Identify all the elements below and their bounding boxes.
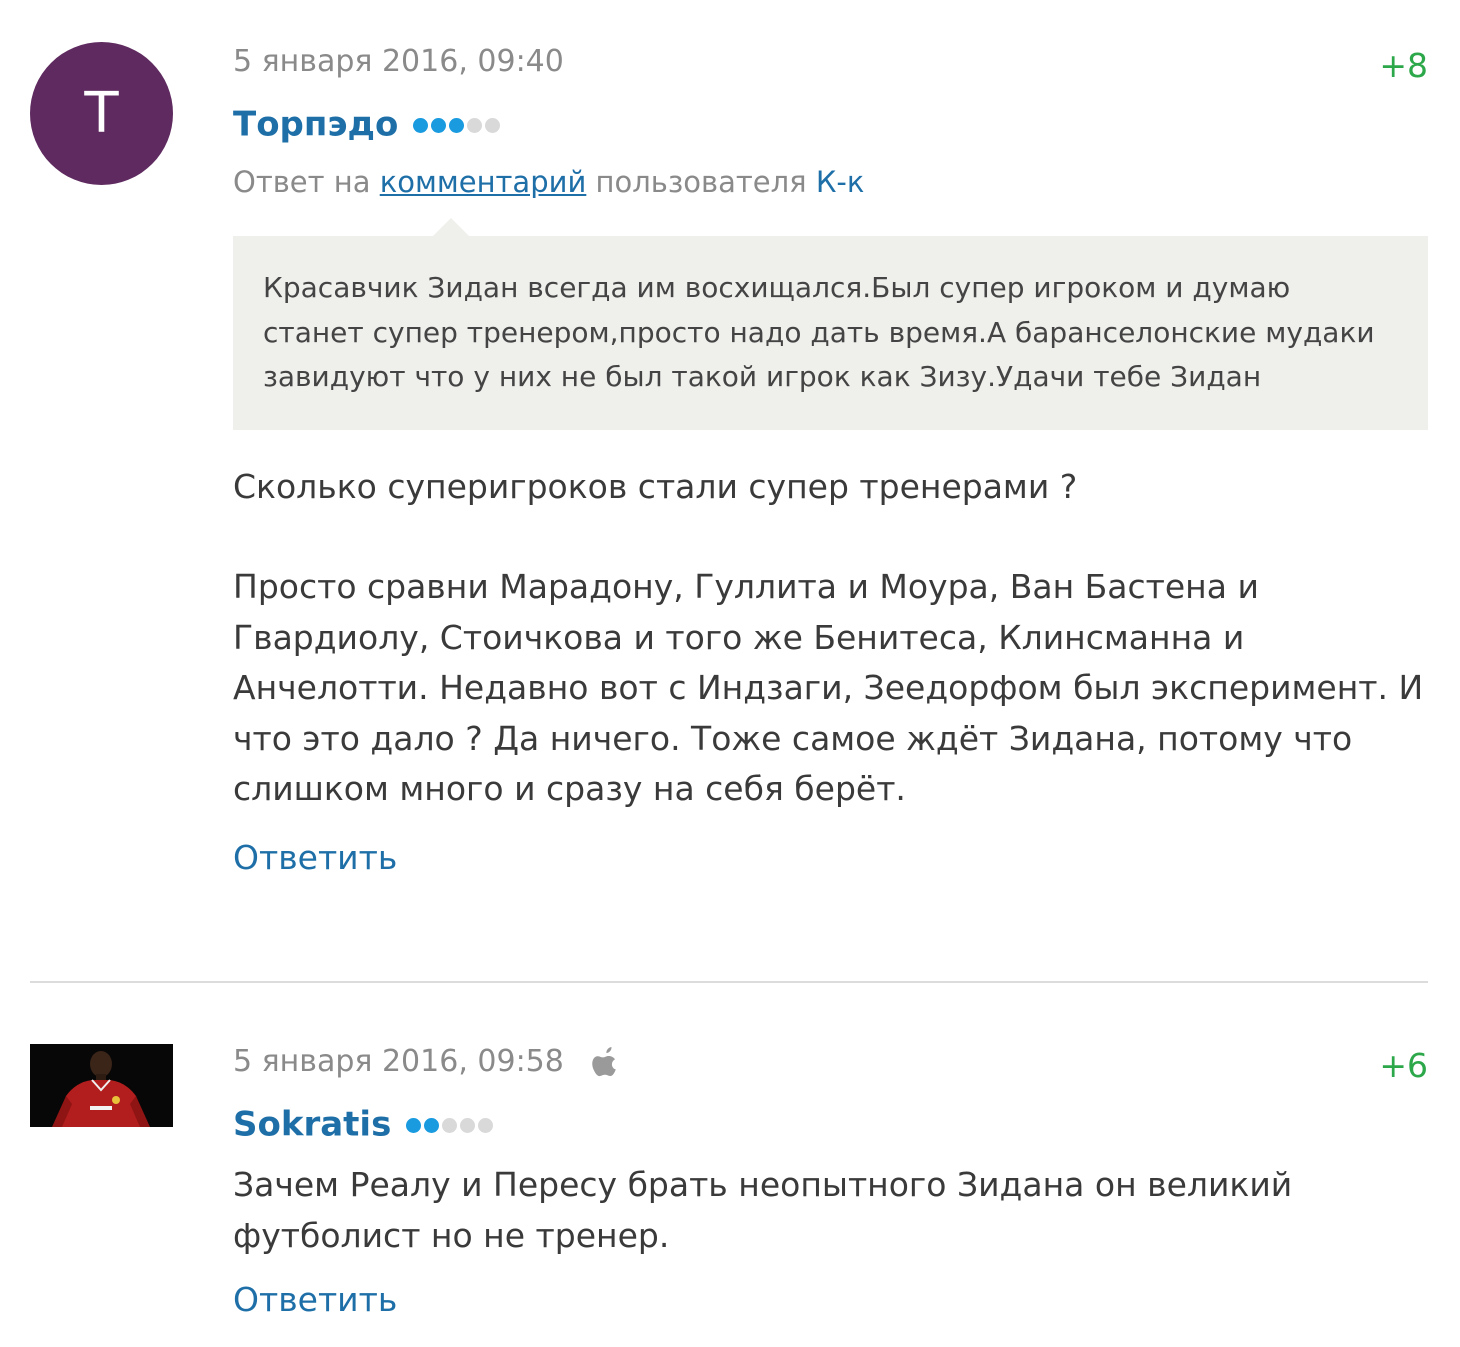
author-link[interactable]: Торпэдо xyxy=(233,105,398,145)
level-dot-filled xyxy=(413,117,429,133)
author-row: Торпэдо xyxy=(233,102,1428,146)
user-level-dots xyxy=(413,103,503,147)
apple-icon xyxy=(592,1047,616,1077)
level-dot-empty xyxy=(485,117,501,133)
level-dot-filled xyxy=(424,1117,440,1133)
level-dot-empty xyxy=(460,1117,476,1133)
comment-meta: 5 января 2016, 09:58 +6 xyxy=(233,1040,1428,1086)
avatar[interactable]: Т xyxy=(30,42,173,185)
author-link[interactable]: Sokratis xyxy=(233,1105,391,1145)
comment-date: 5 января 2016, 09:40 xyxy=(233,44,564,79)
author-row: Sokratis xyxy=(233,1102,1428,1146)
level-dot-empty xyxy=(467,117,483,133)
reply-middle: пользователя xyxy=(595,165,807,199)
comment-rating[interactable]: +6 xyxy=(1379,1046,1428,1086)
reply-button[interactable]: Ответить xyxy=(233,833,397,883)
level-dot-filled xyxy=(406,1117,422,1133)
comment-content: 5 января 2016, 09:40 +8 Торпэдо Ответ на… xyxy=(233,40,1428,883)
parent-comment-link[interactable]: комментарий xyxy=(380,165,587,199)
comment-paragraph: Сколько суперигроков стали супер тренера… xyxy=(233,466,1078,506)
comment-meta: 5 января 2016, 09:40 +8 xyxy=(233,40,1428,86)
reply-button[interactable]: Ответить xyxy=(233,1275,397,1325)
comment-date: 5 января 2016, 09:58 xyxy=(233,1044,564,1079)
comment-divider xyxy=(30,981,1428,983)
level-dot-empty xyxy=(442,1117,458,1133)
level-dot-filled xyxy=(449,117,465,133)
parent-user-link[interactable]: К-к xyxy=(816,165,865,199)
level-dot-filled xyxy=(431,117,447,133)
user-level-dots xyxy=(406,1103,496,1147)
user-photo-icon xyxy=(30,1044,173,1127)
avatar[interactable] xyxy=(30,1044,173,1127)
comment-paragraph: Просто сравни Марадону, Гуллита и Моура,… xyxy=(233,567,1424,808)
comment-text: Сколько суперигроков стали супер тренера… xyxy=(233,462,1428,815)
reply-info: Ответ на комментарий пользователя К-к xyxy=(233,162,1428,202)
quoted-comment: Красавчик Зидан всегда им восхищался.Был… xyxy=(233,218,1428,430)
comment-text: Зачем Реалу и Пересу брать неопытного Зи… xyxy=(233,1165,1293,1255)
reply-prefix: Ответ на xyxy=(233,165,371,199)
level-dot-empty xyxy=(478,1117,494,1133)
comment-content: 5 января 2016, 09:58 +6 Sokratis Зачем Р… xyxy=(233,1040,1428,1325)
comment-rating[interactable]: +8 xyxy=(1379,46,1428,86)
